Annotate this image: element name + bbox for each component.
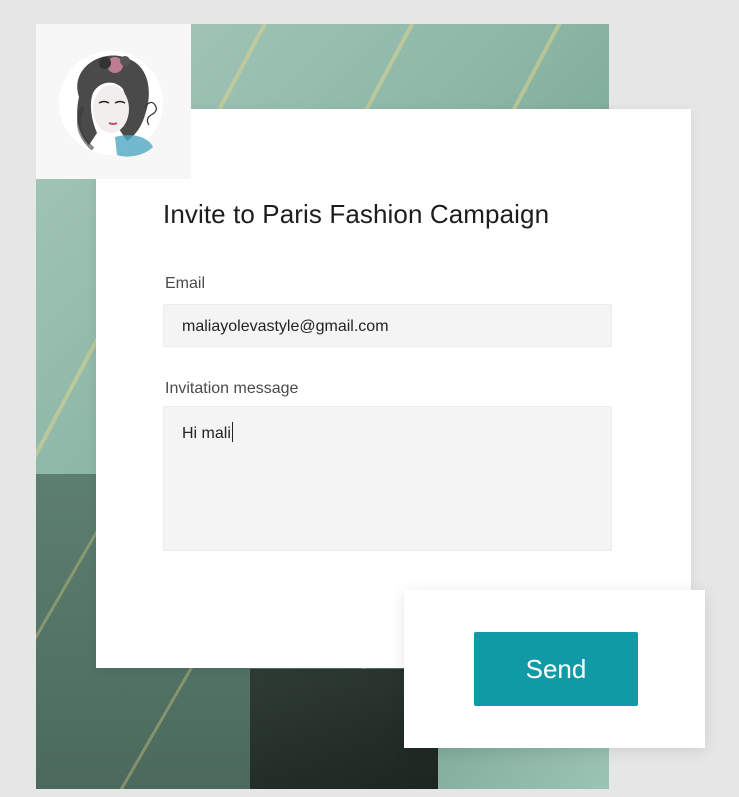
avatar bbox=[36, 24, 191, 179]
invitation-message-textarea[interactable]: Hi mali bbox=[163, 406, 612, 551]
page-title: Invite to Paris Fashion Campaign bbox=[163, 199, 550, 229]
fashion-illustration-avatar-icon bbox=[58, 50, 163, 157]
message-label: Invitation message bbox=[165, 380, 299, 397]
email-value: maliayolevastyle@gmail.com bbox=[182, 318, 389, 335]
email-field[interactable]: maliayolevastyle@gmail.com bbox=[163, 304, 612, 347]
message-value: Hi mali bbox=[182, 425, 231, 442]
send-button[interactable]: Send bbox=[474, 632, 638, 706]
send-panel: Send bbox=[404, 590, 705, 748]
invite-card: Invite to Paris Fashion Campaign Email m… bbox=[96, 109, 691, 668]
text-caret bbox=[231, 422, 234, 442]
email-label: Email bbox=[165, 275, 206, 292]
